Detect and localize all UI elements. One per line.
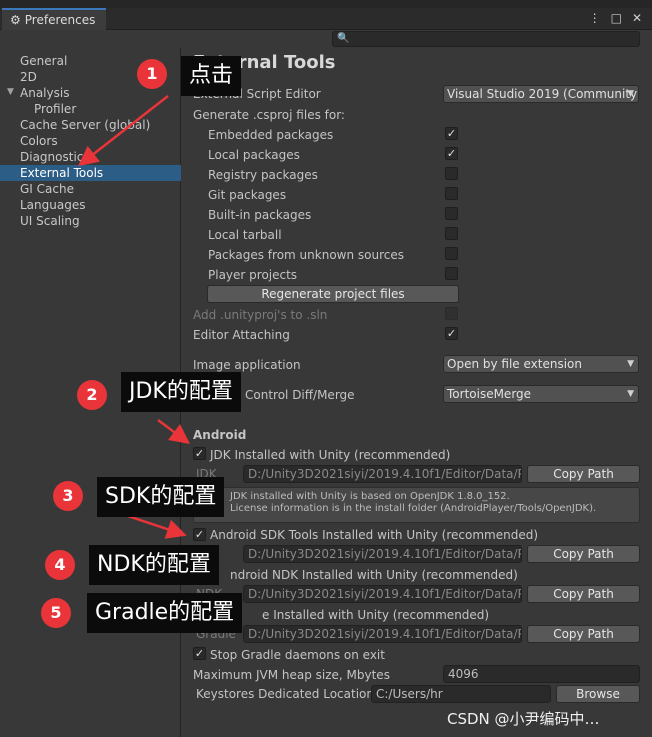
annotation-number-1: 1 xyxy=(137,59,167,89)
annotation-label-2: JDK的配置 xyxy=(121,372,241,412)
annotation-number-2: 2 xyxy=(77,380,107,410)
annotation-number-5: 5 xyxy=(41,598,71,628)
annotation-label-3: SDK的配置 xyxy=(97,477,225,517)
annotation-number-4: 4 xyxy=(45,550,75,580)
annotation-label-5: Gradle的配置 xyxy=(87,593,243,633)
watermark: CSDN @小尹编码中… xyxy=(447,710,600,728)
arrow-1 xyxy=(78,95,169,167)
arrow-2 xyxy=(157,419,190,444)
annotation-label-4: NDK的配置 xyxy=(89,545,219,585)
annotation-number-3: 3 xyxy=(53,481,83,511)
annotation-label-1: 点击 xyxy=(181,56,242,96)
